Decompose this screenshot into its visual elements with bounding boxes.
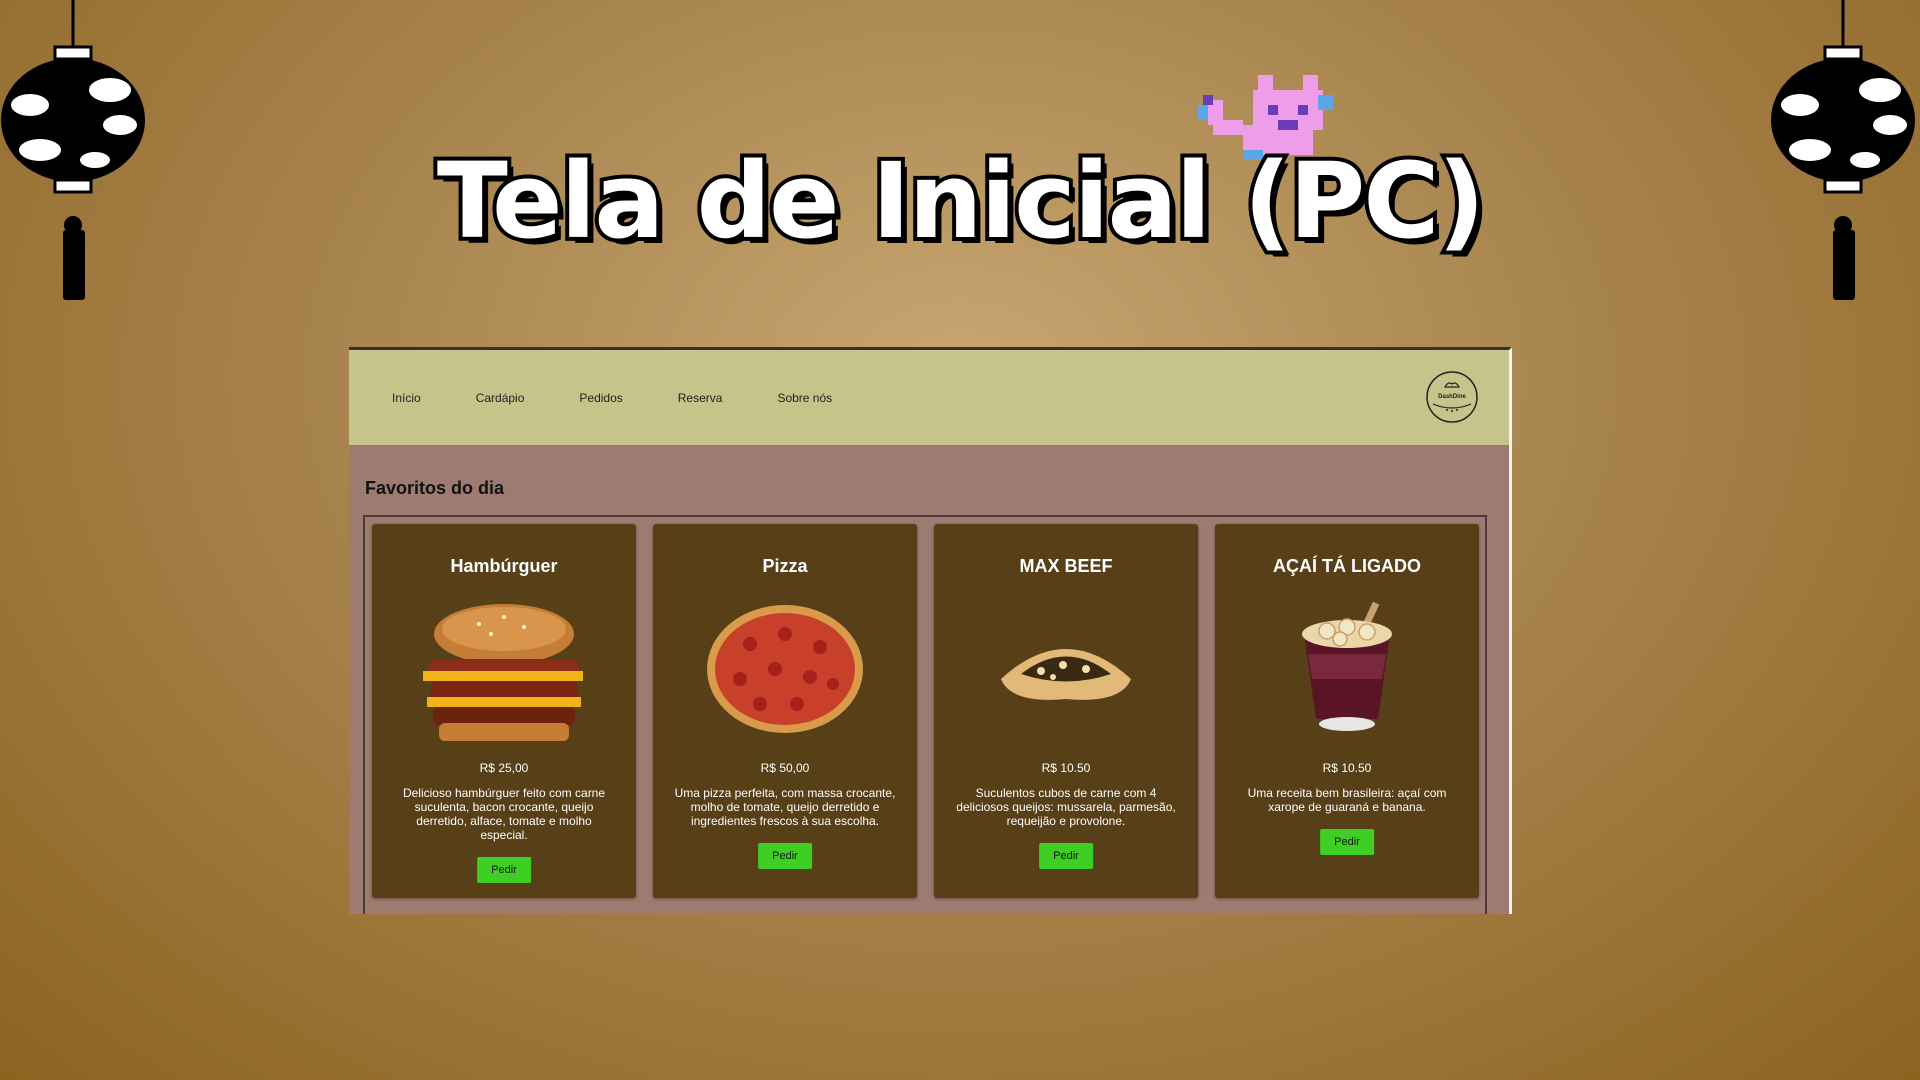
product-name: Hambúrguer <box>450 556 558 576</box>
website-preview: Início Cardápio Pedidos Reserva Sobre nó… <box>349 347 1512 914</box>
product-card-acai: AÇAÍ TÁ LIGADO R$ 10.50 Uma receita bem … <box>1215 524 1479 898</box>
section-title: Favoritos do dia <box>365 478 505 498</box>
pizza-image <box>707 605 863 733</box>
nav-link-pedidos[interactable]: Pedidos <box>579 391 622 405</box>
navbar: Início Cardápio Pedidos Reserva Sobre nó… <box>349 350 1509 445</box>
nav-link-cardapio[interactable]: Cardápio <box>476 391 525 405</box>
product-description: Uma receita bem brasileira: açaí com xar… <box>1247 786 1447 814</box>
product-description: Suculentos cubos de carne com 4 delicios… <box>956 786 1176 828</box>
product-name: MAX BEEF <box>1019 556 1113 576</box>
order-button[interactable]: Pedir <box>477 857 531 883</box>
product-card-pizza: Pizza R$ 50,00 Uma pizza perfeita, com m… <box>653 524 917 898</box>
nav-link-sobre-nos[interactable]: Sobre nós <box>777 391 832 405</box>
nav-link-reserva[interactable]: Reserva <box>678 391 723 405</box>
product-name: AÇAÍ TÁ LIGADO <box>1273 556 1421 576</box>
slide-title: Tela de Inicial (PC) <box>433 136 1489 266</box>
product-price: R$ 25,00 <box>479 761 529 775</box>
product-description: Uma pizza perfeita, com massa crocante, … <box>674 786 896 828</box>
order-button[interactable]: Pedir <box>1039 843 1093 869</box>
product-card-max-beef: MAX BEEF R$ 10.50 Suculentos cubos de ca… <box>934 524 1198 898</box>
order-button[interactable]: Pedir <box>1320 829 1374 855</box>
product-card-hamburguer: Hambúrguer R$ 25,00 Delicioso hambúrguer… <box>372 524 636 898</box>
hamburger-image <box>423 604 583 741</box>
logo-text: DashDine <box>1438 394 1466 400</box>
dashdine-logo[interactable]: DashDine <box>1425 370 1479 424</box>
favorites-container: Hambúrguer R$ 25,00 Delicioso hambúrguer… <box>363 515 1487 914</box>
product-price: R$ 10.50 <box>1322 761 1372 775</box>
acai-image <box>1302 601 1392 731</box>
pastel-image <box>1001 649 1131 700</box>
product-price: R$ 50,00 <box>760 761 810 775</box>
product-description: Delicioso hambúrguer feito com carne suc… <box>402 786 606 842</box>
product-price: R$ 10.50 <box>1041 761 1091 775</box>
order-button[interactable]: Pedir <box>758 843 812 869</box>
nav-link-inicio[interactable]: Início <box>392 391 421 405</box>
product-name: Pizza <box>762 556 808 576</box>
